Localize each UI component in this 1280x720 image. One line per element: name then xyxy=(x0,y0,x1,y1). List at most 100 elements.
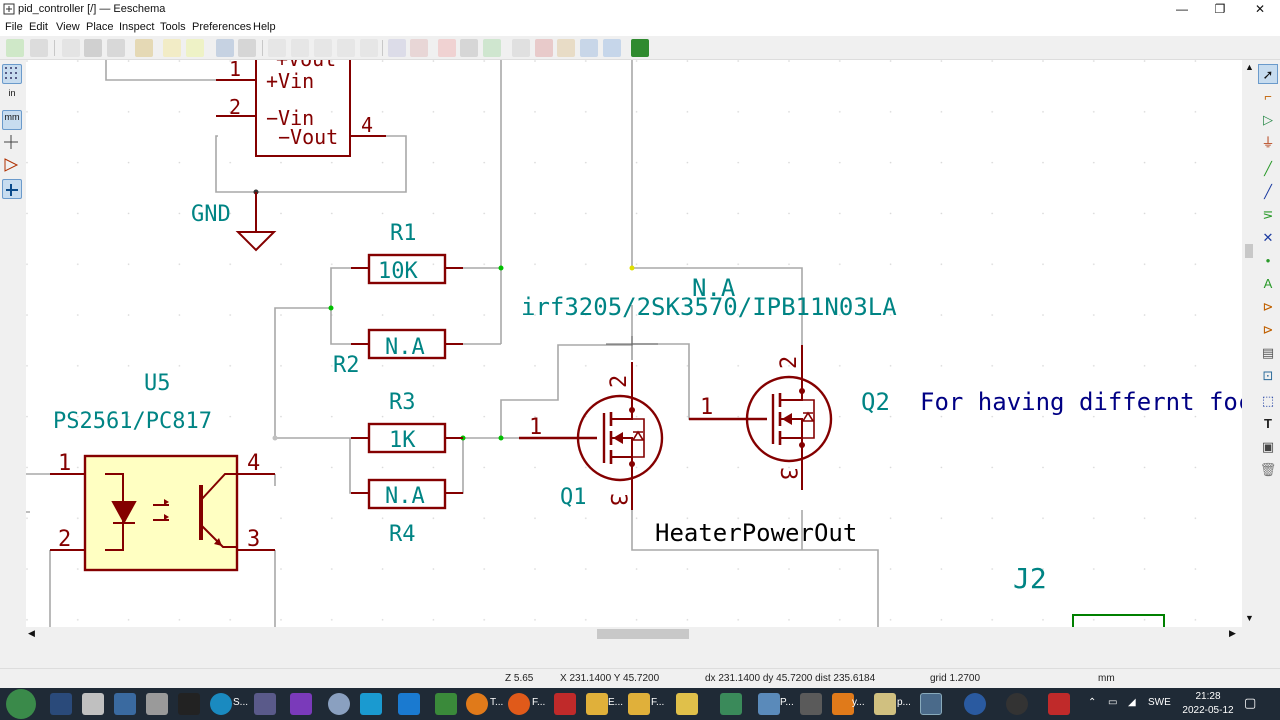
zoom-out-icon[interactable] xyxy=(314,39,332,57)
kicad-active-icon[interactable] xyxy=(920,693,942,715)
taskbar-app-icon[interactable] xyxy=(554,693,576,715)
add-bus-icon[interactable]: ╱ xyxy=(1258,182,1278,202)
generate-bom-icon[interactable] xyxy=(603,39,621,57)
net-label-heater-power-out[interactable]: HeaterPowerOut xyxy=(655,519,857,547)
file-explorer-icon[interactable] xyxy=(586,693,608,715)
start-button-icon[interactable] xyxy=(6,689,36,719)
vlc-icon[interactable] xyxy=(832,693,854,715)
add-sheet-icon[interactable]: ▤ xyxy=(1258,343,1278,363)
pcb-editor-icon[interactable] xyxy=(631,39,649,57)
delete-icon[interactable]: 🗑 xyxy=(1258,460,1278,480)
import-sheet-pin-icon[interactable]: ⊡ xyxy=(1258,366,1278,386)
menu-view[interactable]: View xyxy=(56,21,80,33)
taskbar-app-icon[interactable] xyxy=(146,693,168,715)
visual-studio-icon[interactable] xyxy=(290,693,312,715)
highlight-net-icon[interactable]: ⌐ xyxy=(1258,87,1278,107)
add-power-icon[interactable]: ⏚ xyxy=(1258,133,1278,153)
add-symbol-icon[interactable]: ▷ xyxy=(1258,110,1278,130)
firefox-icon[interactable] xyxy=(508,693,530,715)
print-icon[interactable] xyxy=(84,39,102,57)
refresh-icon[interactable] xyxy=(268,39,286,57)
erc-icon[interactable] xyxy=(512,39,530,57)
menu-tools[interactable]: Tools xyxy=(160,21,186,33)
taskbar-app-icon[interactable] xyxy=(178,693,200,715)
zoom-fit-icon[interactable] xyxy=(337,39,355,57)
select-arrow-icon[interactable]: ➚ xyxy=(1258,64,1278,84)
schematic-setup-icon[interactable] xyxy=(6,39,24,57)
menu-preferences[interactable]: Preferences xyxy=(192,21,251,33)
schematic-canvas[interactable]: 1 +Vin +Vout 2 −Vin −Vout 4 GND R1 10K R… xyxy=(26,60,1242,627)
no-connect-icon[interactable]: ✕ xyxy=(1258,228,1278,248)
taskbar-app-icon[interactable] xyxy=(50,693,72,715)
obs-icon[interactable] xyxy=(1006,693,1028,715)
tray-volume-icon[interactable]: ◢ xyxy=(1128,697,1136,708)
add-hier-label-icon[interactable]: ⊳ xyxy=(1258,320,1278,340)
find-icon[interactable] xyxy=(216,39,234,57)
edge-browser-icon[interactable] xyxy=(210,693,232,715)
taskbar-app-icon[interactable] xyxy=(964,693,986,715)
grid-icon[interactable] xyxy=(2,64,22,84)
symbol-editor-icon[interactable] xyxy=(438,39,456,57)
menu-inspect[interactable]: Inspect xyxy=(119,21,154,33)
horizontal-scroll-thumb[interactable] xyxy=(597,629,689,639)
zoom-in-icon[interactable] xyxy=(291,39,309,57)
add-net-label-icon[interactable]: A xyxy=(1258,274,1278,294)
symbol-browser-icon[interactable] xyxy=(460,39,478,57)
close-button[interactable]: ✕ xyxy=(1240,0,1280,19)
menu-place[interactable]: Place xyxy=(86,21,114,33)
cursor-shape-icon[interactable] xyxy=(2,133,22,153)
paste-icon[interactable] xyxy=(135,39,153,57)
add-graphic-line-icon[interactable]: ⬚ xyxy=(1258,391,1278,411)
scroll-up-arrow-icon[interactable]: ▲ xyxy=(1245,62,1254,72)
maximize-button[interactable]: ❐ xyxy=(1200,0,1240,19)
taskbar-app-icon[interactable] xyxy=(720,693,742,715)
notification-icon[interactable]: ▢ xyxy=(1244,695,1256,711)
taskbar-app-icon[interactable] xyxy=(254,693,276,715)
pdf-reader-icon[interactable] xyxy=(1048,693,1070,715)
bom-icon[interactable] xyxy=(580,39,598,57)
tray-chevron-icon[interactable]: ⌃ xyxy=(1088,697,1096,708)
hidden-pins-icon[interactable] xyxy=(2,156,22,176)
keyboard-language[interactable]: SWE xyxy=(1148,697,1171,708)
menu-edit[interactable]: Edit xyxy=(29,21,48,33)
taskbar-app-icon[interactable] xyxy=(114,693,136,715)
free-angle-wire-icon[interactable] xyxy=(2,179,22,199)
taskbar-app-icon[interactable] xyxy=(328,693,350,715)
zoom-selection-icon[interactable] xyxy=(360,39,378,57)
menu-help[interactable]: Help xyxy=(253,21,276,33)
taskbar-app-icon[interactable] xyxy=(874,693,896,715)
undo-icon[interactable] xyxy=(163,39,181,57)
vscode-icon[interactable] xyxy=(398,693,420,715)
taskbar-clock[interactable]: 21:28 2022-05-12 xyxy=(1180,690,1236,718)
scroll-down-arrow-icon[interactable]: ▼ xyxy=(1245,613,1254,623)
minimize-button[interactable]: — xyxy=(1162,0,1202,19)
add-wire-icon[interactable]: ╱ xyxy=(1258,159,1278,179)
units-mm-button[interactable]: mm xyxy=(2,110,22,130)
file-explorer-icon[interactable] xyxy=(628,693,650,715)
add-global-label-icon[interactable]: ⊳ xyxy=(1258,297,1278,317)
scroll-right-arrow-icon[interactable]: ▶ xyxy=(1229,628,1236,639)
horizontal-scrollbar[interactable]: ◀ ▶ xyxy=(26,627,1242,641)
taskbar-app-icon[interactable] xyxy=(82,693,104,715)
taskbar-app-icon[interactable] xyxy=(676,693,698,715)
paste-special-icon[interactable] xyxy=(62,39,80,57)
redo-icon[interactable] xyxy=(186,39,204,57)
simulator-icon[interactable] xyxy=(535,39,553,57)
annotate-icon[interactable] xyxy=(483,39,501,57)
taskbar-app-icon[interactable] xyxy=(435,693,457,715)
add-text-icon[interactable]: T xyxy=(1258,414,1278,434)
leave-sheet-icon[interactable] xyxy=(410,39,428,57)
vertical-scroll-thumb[interactable] xyxy=(1245,244,1253,258)
plot-icon[interactable] xyxy=(107,39,125,57)
vertical-scrollbar[interactable]: ▲ ▼ xyxy=(1242,60,1256,627)
calculator-icon[interactable] xyxy=(800,693,822,715)
find-replace-icon[interactable] xyxy=(238,39,256,57)
assign-footprints-icon[interactable] xyxy=(557,39,575,57)
add-bus-entry-icon[interactable]: ⋝ xyxy=(1258,205,1278,225)
add-image-icon[interactable]: ▣ xyxy=(1258,437,1278,457)
firefox-icon[interactable] xyxy=(466,693,488,715)
note-text[interactable]: For having differnt foc xyxy=(920,388,1242,416)
scroll-left-arrow-icon[interactable]: ◀ xyxy=(28,628,35,639)
hierarchy-navigator-icon[interactable] xyxy=(388,39,406,57)
menu-file[interactable]: File xyxy=(5,21,23,33)
